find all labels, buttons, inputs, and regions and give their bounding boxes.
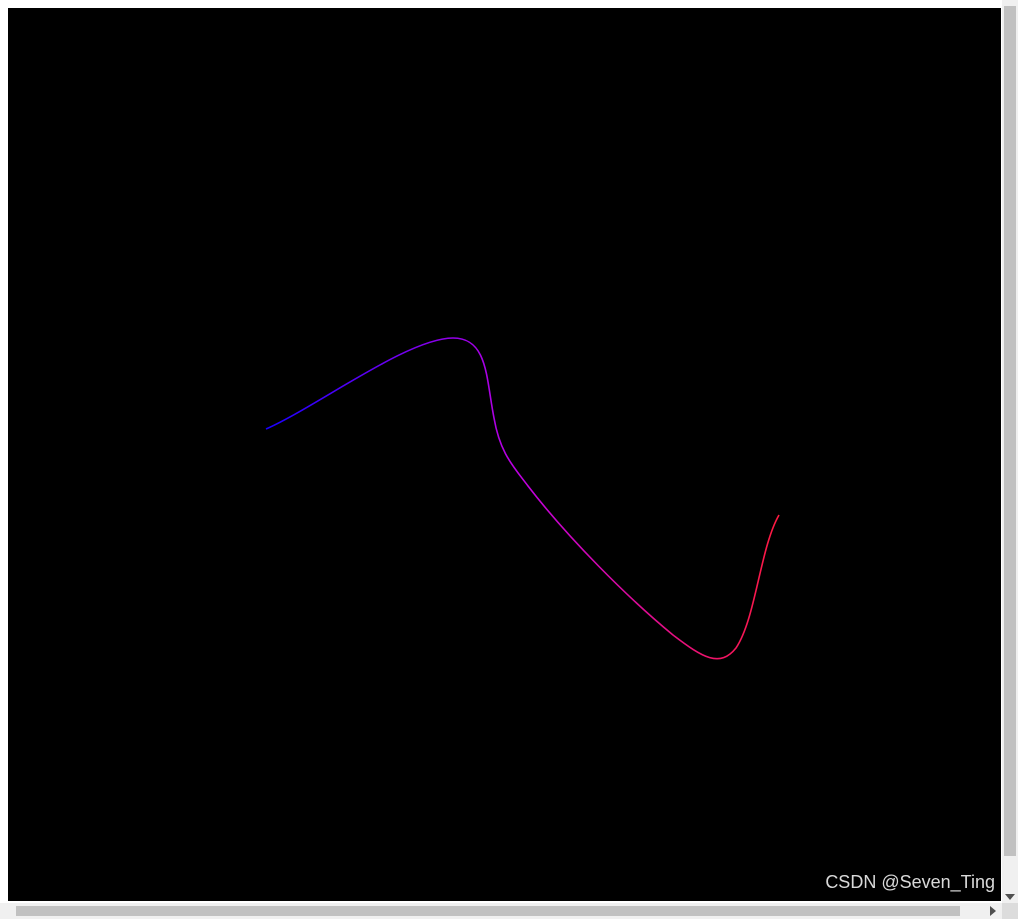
scroll-down-arrow-icon[interactable] [1005,894,1015,900]
spline-curve-svg [265,337,780,660]
scrollbar-corner [1002,903,1018,919]
vertical-scrollbar[interactable] [1002,0,1018,903]
spline-curve [265,337,780,660]
horizontal-scrollbar[interactable] [0,903,1002,919]
vertical-scrollbar-thumb[interactable] [1004,6,1016,856]
horizontal-scrollbar-thumb[interactable] [16,906,960,916]
browser-viewport: CSDN @Seven_Ting [0,0,1018,919]
webgl-canvas[interactable]: CSDN @Seven_Ting [8,8,1001,901]
watermark-text: CSDN @Seven_Ting [825,872,995,892]
scroll-right-arrow-icon[interactable] [990,906,996,916]
